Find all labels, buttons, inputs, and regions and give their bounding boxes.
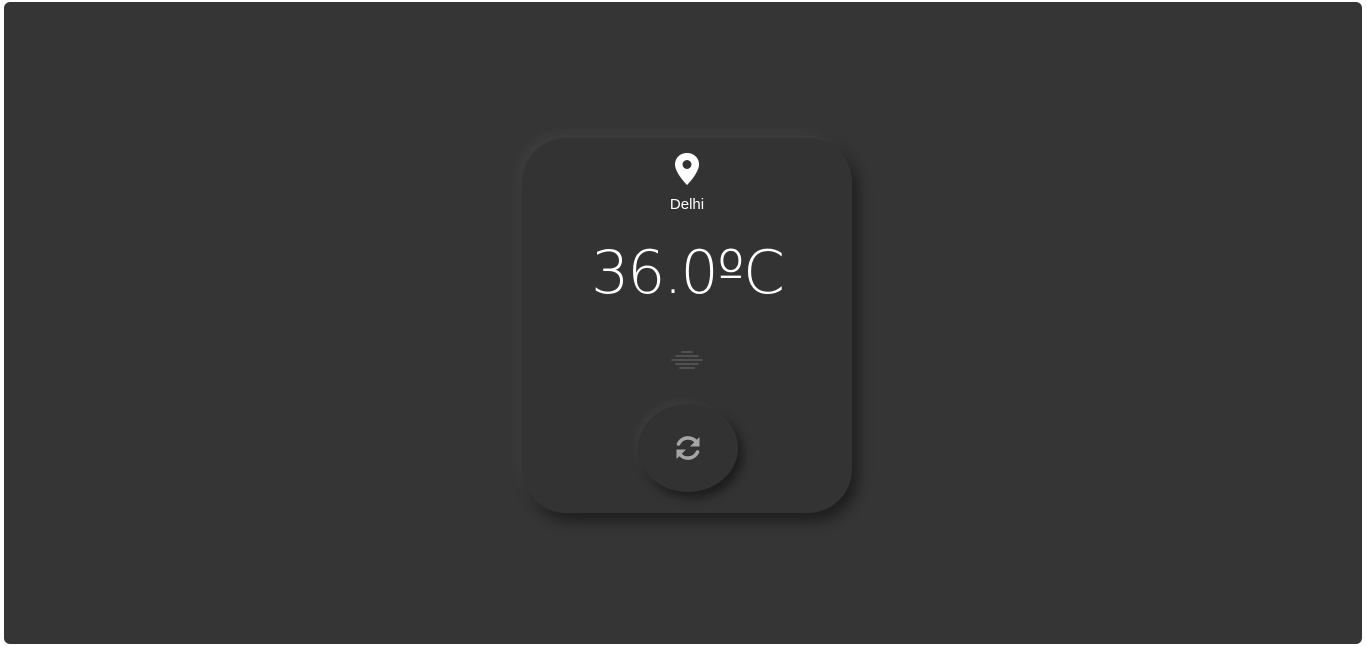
refresh-icon [676, 436, 700, 460]
weather-card: Delhi 36.0ºC [522, 138, 852, 513]
refresh-button[interactable] [638, 404, 738, 492]
haze-icon [671, 351, 703, 369]
app-background: Delhi 36.0ºC [4, 2, 1362, 644]
map-pin-icon [675, 153, 699, 185]
city-name: Delhi [669, 196, 705, 213]
temperature-value: 36.0ºC [591, 238, 785, 308]
